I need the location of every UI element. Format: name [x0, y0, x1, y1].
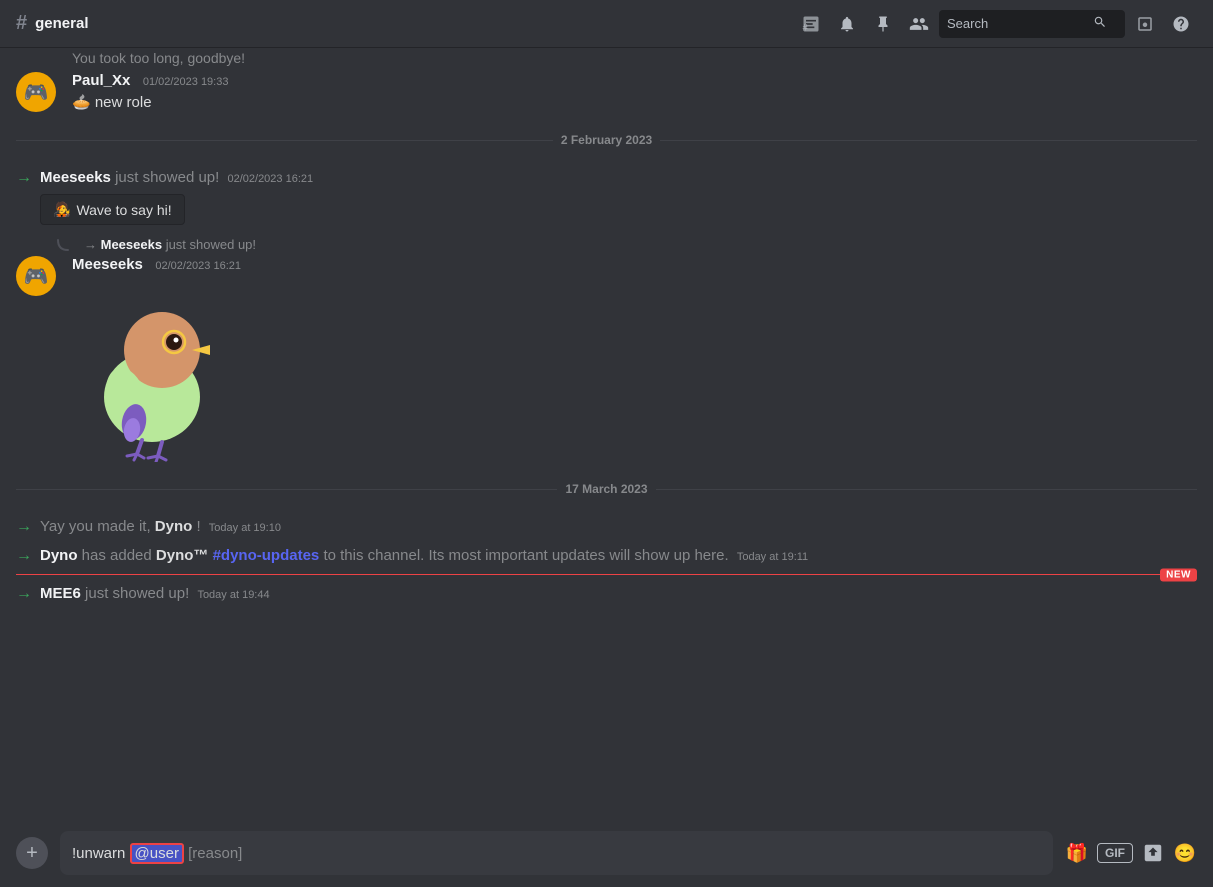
system-text-mee6: MEE6 just showed up! Today at 19:44 [40, 583, 270, 604]
upload-button[interactable] [1141, 841, 1165, 865]
emoji-button[interactable]: 😊 [1173, 841, 1197, 865]
dyno-bot-name: Dyno™ [156, 547, 209, 564]
input-reason: [reason] [188, 845, 242, 862]
dyno-channel: #dyno-updates [213, 547, 320, 564]
dyno-name1: Dyno [155, 518, 193, 535]
timestamp-mee6: Today at 19:44 [197, 589, 269, 601]
new-badge: NEW [1160, 568, 1197, 581]
bird-image [72, 282, 232, 462]
join-arrow-icon: → [16, 169, 32, 187]
system-message-meeseeks1: → Meeseeks just showed up! 02/02/2023 16… [0, 163, 1213, 229]
divider-line-right2 [656, 489, 1197, 490]
system-message-mee6: → MEE6 just showed up! Today at 19:44 [0, 579, 1213, 608]
emoji-icon: 😊 [1174, 843, 1196, 864]
pin-icon[interactable] [867, 8, 899, 40]
avatar-meeseeks: 🎮 [16, 256, 56, 296]
message-group-meeseeks: 🎮 Meeseeks 02/02/2023 16:21 [0, 252, 1213, 466]
join-arrow-mee6-icon: → [16, 585, 32, 603]
divider-line-left [16, 140, 553, 141]
system-username-meeseeks1: Meeseeks [40, 169, 111, 186]
gift-icon: 🎁 [1066, 843, 1088, 864]
new-message-line [16, 574, 1197, 575]
help-icon[interactable] [1165, 8, 1197, 40]
svg-text:#: # [803, 22, 809, 32]
channel-name: general [35, 15, 88, 32]
divider-line-right [660, 140, 1197, 141]
input-command: !unwarn [72, 845, 125, 862]
timestamp-dyno1: Today at 19:10 [209, 522, 281, 534]
wave-button[interactable]: 🧑‍🎤 Wave to say hi! [40, 194, 185, 225]
reply-indicator: → Meeseeks just showed up! [0, 229, 1213, 252]
username-meeseeks: Meeseeks [72, 256, 143, 273]
threads-icon[interactable]: # [795, 8, 827, 40]
join-arrow-dyno2-icon: → [16, 547, 32, 565]
search-icon [1093, 15, 1107, 32]
gif-label: GIF [1105, 846, 1125, 860]
dyno-name2: Dyno [40, 547, 78, 564]
wave-emoji: 🧑‍🎤 [53, 201, 70, 218]
username-paul: Paul_Xx [72, 72, 130, 89]
hash-icon: # [16, 12, 27, 35]
timestamp-meeseeks: 02/02/2023 16:21 [155, 260, 241, 272]
date-divider-text-feb: 2 February 2023 [561, 133, 652, 147]
date-divider-feb: 2 February 2023 [0, 117, 1213, 163]
search-bar[interactable] [939, 10, 1125, 38]
input-area: + !unwarn @user [reason] 🎁 GIF 😊 [0, 819, 1213, 887]
timestamp-dyno2: Today at 19:11 [737, 551, 808, 563]
reply-indicator-text: → Meeseeks just showed up! [84, 237, 256, 252]
join-arrow-dyno1-icon: → [16, 518, 32, 536]
system-text-meeseeks1: Meeseeks just showed up! 02/02/2023 16:2… [40, 169, 313, 186]
input-right-icons: 🎁 GIF 😊 [1065, 841, 1197, 865]
discord-logo-meeseeks-icon: 🎮 [24, 264, 49, 289]
members-icon[interactable] [903, 8, 935, 40]
message-input-box[interactable]: !unwarn @user [reason] [60, 831, 1053, 875]
system-timestamp-meeseeks1: 02/02/2023 16:21 [227, 173, 313, 185]
header-icons: # [795, 8, 1197, 40]
date-divider-march: 17 March 2023 [0, 466, 1213, 512]
message-group-paul: 🎮 Paul_Xx 01/02/2023 19:33 🥧 new role [0, 68, 1213, 117]
message-input-text: !unwarn @user [reason] [72, 843, 1041, 864]
wave-button-label: Wave to say hi! [76, 202, 171, 218]
gif-button[interactable]: GIF [1097, 843, 1133, 863]
system-message-dyno1: → Yay you made it, Dyno ! Today at 19:10 [0, 512, 1213, 541]
divider-line-left2 [16, 489, 557, 490]
messages-area: You took too long, goodbye! 🎮 Paul_Xx 01… [0, 48, 1213, 819]
mee6-name: MEE6 [40, 585, 81, 602]
system-text-dyno1: Yay you made it, Dyno ! Today at 19:10 [40, 516, 281, 537]
system-text-dyno2: Dyno has added Dyno™ #dyno-updates to th… [40, 545, 808, 566]
input-user: @user [130, 843, 184, 864]
date-divider-text-march: 17 March 2023 [565, 482, 647, 496]
channel-header: # general # [0, 0, 1213, 48]
plus-icon: + [26, 842, 38, 865]
search-input[interactable] [947, 16, 1087, 31]
discord-logo-icon: 🎮 [24, 80, 49, 105]
new-message-divider: NEW [0, 574, 1213, 575]
attach-button[interactable]: + [16, 837, 48, 869]
message-content-paul: 🥧 new role [72, 92, 1197, 113]
system-message-dyno2: → Dyno has added Dyno™ #dyno-updates to … [0, 541, 1213, 570]
inbox-icon[interactable] [1129, 8, 1161, 40]
partial-message: You took too long, goodbye! [0, 48, 1213, 68]
notification-icon[interactable] [831, 8, 863, 40]
gift-button[interactable]: 🎁 [1065, 841, 1089, 865]
avatar-paul: 🎮 [16, 72, 56, 112]
timestamp-paul: 01/02/2023 19:33 [143, 76, 229, 88]
